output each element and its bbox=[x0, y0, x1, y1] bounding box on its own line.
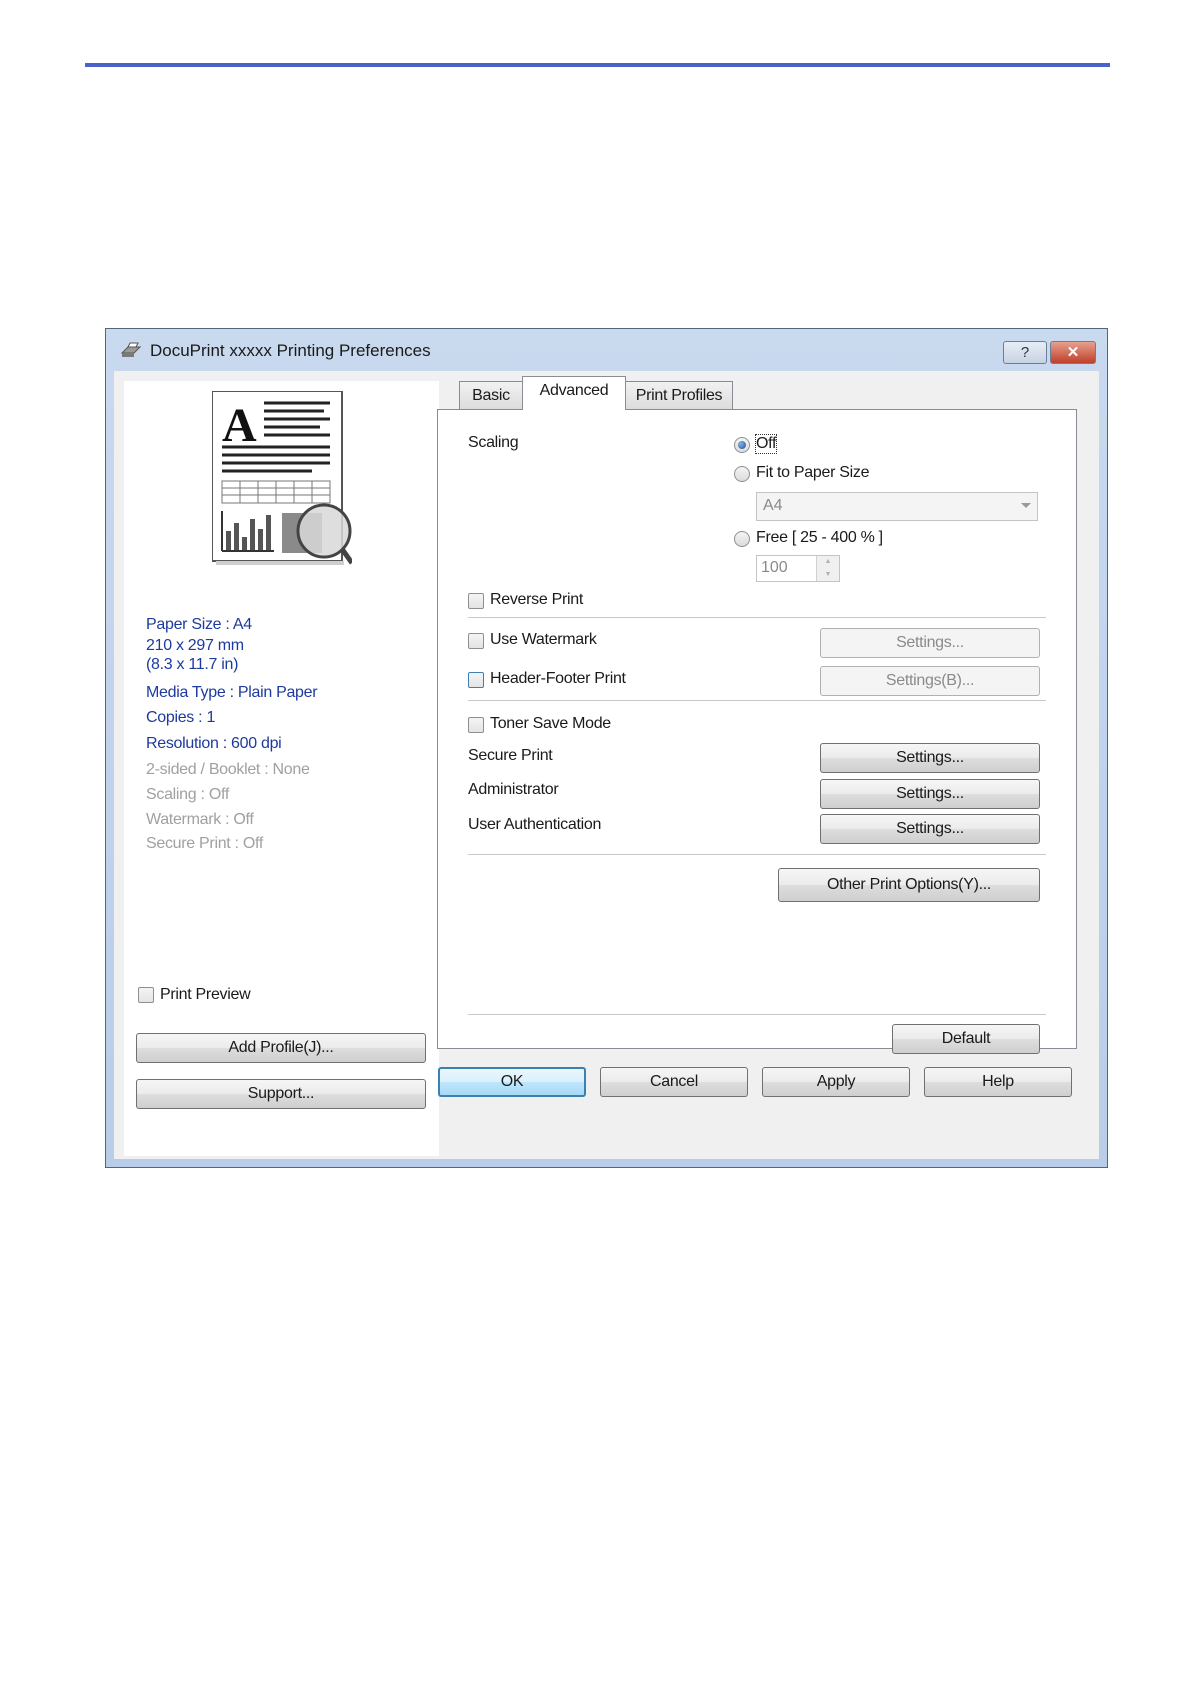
tab-basic[interactable]: Basic bbox=[459, 381, 523, 409]
header-footer-label[interactable]: Header-Footer Print bbox=[490, 670, 626, 688]
scaling-off-radio[interactable] bbox=[734, 437, 750, 453]
media-type-info: Media Type : Plain Paper bbox=[146, 684, 318, 701]
scaling-info: Scaling : Off bbox=[146, 786, 229, 803]
separator bbox=[468, 617, 1046, 618]
administrator-label: Administrator bbox=[468, 781, 559, 798]
stepper-buttons[interactable]: ▲ ▼ bbox=[816, 556, 839, 581]
use-watermark-checkbox[interactable] bbox=[468, 633, 484, 649]
fit-to-paper-label[interactable]: Fit to Paper Size bbox=[756, 464, 869, 482]
chevron-down-icon bbox=[1021, 503, 1031, 508]
support-button[interactable]: Support... bbox=[136, 1079, 426, 1109]
two-sided-info: 2-sided / Booklet : None bbox=[146, 761, 310, 778]
scaling-label: Scaling bbox=[468, 434, 519, 451]
paper-size-select-value: A4 bbox=[763, 497, 783, 514]
toner-save-checkbox[interactable] bbox=[468, 717, 484, 733]
user-authentication-settings-button[interactable]: Settings... bbox=[820, 814, 1040, 844]
print-preview-label[interactable]: Print Preview bbox=[160, 986, 251, 1004]
resolution-info: Resolution : 600 dpi bbox=[146, 735, 282, 752]
separator bbox=[468, 1014, 1046, 1015]
apply-button[interactable]: Apply bbox=[762, 1067, 910, 1097]
window-title: DocuPrint xxxxx Printing Preferences bbox=[150, 341, 431, 360]
tab-print-profiles[interactable]: Print Profiles bbox=[625, 381, 733, 409]
print-preview-checkbox[interactable] bbox=[138, 987, 154, 1003]
secure-print-info: Secure Print : Off bbox=[146, 835, 264, 852]
separator bbox=[468, 700, 1046, 701]
help-button[interactable]: Help bbox=[924, 1067, 1072, 1097]
page-preview-image: A bbox=[212, 391, 352, 565]
add-profile-button[interactable]: Add Profile(J)... bbox=[136, 1033, 426, 1063]
default-button[interactable]: Default bbox=[892, 1024, 1040, 1054]
header-rule bbox=[85, 63, 1110, 67]
tab-advanced[interactable]: Advanced bbox=[522, 376, 626, 410]
watermark-settings-button[interactable]: Settings... bbox=[820, 628, 1040, 658]
help-icon[interactable]: ? bbox=[1003, 341, 1047, 364]
header-footer-settings-button[interactable]: Settings(B)... bbox=[820, 666, 1040, 696]
reverse-print-label[interactable]: Reverse Print bbox=[490, 591, 583, 609]
free-scaling-label[interactable]: Free [ 25 - 400 % ] bbox=[756, 529, 883, 547]
stepper-down-icon[interactable]: ▼ bbox=[817, 569, 839, 582]
scaling-off-label[interactable]: Off bbox=[754, 434, 778, 454]
printing-preferences-dialog: DocuPrint xxxxx Printing Preferences ? ✕… bbox=[105, 328, 1108, 1168]
close-icon[interactable]: ✕ bbox=[1050, 341, 1096, 364]
stepper-up-icon[interactable]: ▲ bbox=[817, 556, 839, 569]
svg-text:A: A bbox=[222, 399, 257, 452]
advanced-tab-page: Scaling Off Fit to Paper Size A4 Free [ … bbox=[437, 409, 1077, 1054]
dimensions-in-info: (8.3 x 11.7 in) bbox=[146, 656, 239, 673]
summary-panel: A Paper Size: A4 210 x 297 mm (8.3 x 11… bbox=[124, 381, 439, 1156]
use-watermark-label[interactable]: Use Watermark bbox=[490, 631, 597, 649]
dialog-client-area: A Paper Size: A4 210 x 297 mm (8.3 x 11… bbox=[114, 371, 1099, 1159]
paper-size-select[interactable]: A4 bbox=[756, 492, 1038, 521]
ok-button[interactable]: OK bbox=[438, 1067, 586, 1097]
header-footer-checkbox[interactable] bbox=[468, 672, 484, 688]
copies-info: Copies : 1 bbox=[146, 709, 216, 726]
cancel-button[interactable]: Cancel bbox=[600, 1067, 748, 1097]
dimensions-mm-info: 210 x 297 mm bbox=[146, 637, 244, 654]
separator bbox=[468, 854, 1046, 855]
administrator-settings-button[interactable]: Settings... bbox=[820, 779, 1040, 809]
title-bar[interactable]: DocuPrint xxxxx Printing Preferences ? ✕ bbox=[106, 329, 1107, 371]
secure-print-settings-button[interactable]: Settings... bbox=[820, 743, 1040, 773]
other-print-options-button[interactable]: Other Print Options(Y)... bbox=[778, 868, 1040, 902]
secure-print-label: Secure Print bbox=[468, 747, 553, 764]
toner-save-label[interactable]: Toner Save Mode bbox=[490, 715, 611, 733]
fit-to-paper-radio[interactable] bbox=[734, 466, 750, 482]
paper-size-info: Paper Size : A4 bbox=[146, 616, 252, 633]
printer-icon bbox=[120, 342, 142, 357]
watermark-info: Watermark : Off bbox=[146, 811, 254, 828]
free-scaling-value: 100 bbox=[761, 559, 788, 576]
reverse-print-checkbox[interactable] bbox=[468, 593, 484, 609]
free-scaling-stepper[interactable]: 100 ▲ ▼ bbox=[756, 555, 840, 582]
user-authentication-label: User Authentication bbox=[468, 816, 602, 833]
free-scaling-radio[interactable] bbox=[734, 531, 750, 547]
